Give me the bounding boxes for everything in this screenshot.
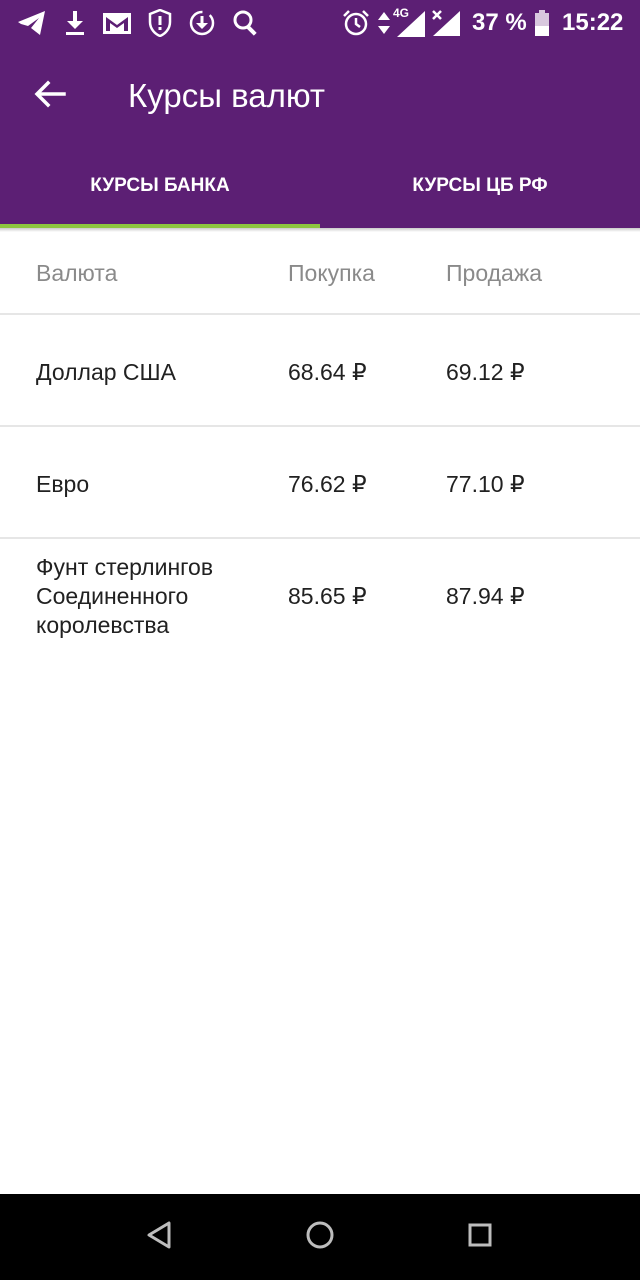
download-circle-icon — [186, 8, 218, 38]
back-button[interactable] — [20, 70, 80, 122]
sell-rate: 69.12 ₽ — [446, 359, 525, 385]
gmail-icon — [100, 8, 134, 38]
tab-label: КУРСЫ ЦБ РФ — [412, 175, 548, 196]
telegram-icon — [16, 8, 48, 38]
table-header: Валюта Покупка Продажа — [0, 230, 640, 315]
battery-icon — [532, 8, 552, 38]
currency-name: Фунт стерлингов Соединенного королевства — [36, 554, 214, 638]
rates-table: Валюта Покупка Продажа Доллар США 68.64 … — [0, 230, 640, 651]
tab-label: КУРСЫ БАНКА — [90, 175, 230, 196]
signal-icon: 4G — [392, 6, 428, 38]
clock: 15:22 — [562, 9, 624, 36]
shield-icon — [146, 8, 174, 38]
header-buy: Покупка — [288, 260, 375, 286]
back-triangle-icon — [145, 1220, 175, 1255]
tab-cbr-rates[interactable]: КУРСЫ ЦБ РФ — [320, 144, 640, 228]
network-type-label: 4G — [393, 6, 410, 20]
buy-rate: 76.62 ₽ — [288, 471, 367, 497]
nav-back-button[interactable] — [130, 1212, 190, 1262]
home-circle-icon — [305, 1220, 335, 1255]
app-bar: Курсы валют — [0, 48, 640, 144]
sell-rate: 87.94 ₽ — [446, 583, 525, 609]
table-row: Евро 76.62 ₽ 77.10 ₽ — [0, 427, 640, 539]
buy-rate: 68.64 ₽ — [288, 359, 367, 385]
buy-rate: 85.65 ₽ — [288, 583, 367, 609]
nav-recents-button[interactable] — [450, 1212, 510, 1262]
tab-bank-rates[interactable]: КУРСЫ БАНКА — [0, 144, 320, 228]
recents-square-icon — [465, 1220, 495, 1255]
page-title: Курсы валют — [128, 77, 326, 114]
download-icon — [62, 8, 88, 38]
status-bar: 4G 37 % 15:22 — [0, 0, 640, 48]
signal-x-icon — [430, 8, 462, 38]
tab-bar: КУРСЫ БАНКА КУРСЫ ЦБ РФ — [0, 144, 640, 228]
battery-percent: 37 % — [472, 9, 527, 36]
nav-home-button[interactable] — [290, 1212, 350, 1262]
currency-name: Доллар США — [36, 359, 176, 385]
system-nav-bar — [0, 1194, 640, 1280]
alarm-icon — [342, 8, 370, 38]
data-arrows-icon — [376, 8, 392, 38]
search-icon — [230, 8, 262, 38]
table-row: Фунт стерлингов Соединенного королевства… — [0, 539, 640, 651]
currency-name: Евро — [36, 471, 90, 497]
header-sell: Продажа — [446, 260, 542, 286]
sell-rate: 77.10 ₽ — [446, 471, 525, 497]
table-row: Доллар США 68.64 ₽ 69.12 ₽ — [0, 315, 640, 427]
arrow-back-icon — [34, 80, 66, 113]
header-currency: Валюта — [36, 260, 118, 286]
